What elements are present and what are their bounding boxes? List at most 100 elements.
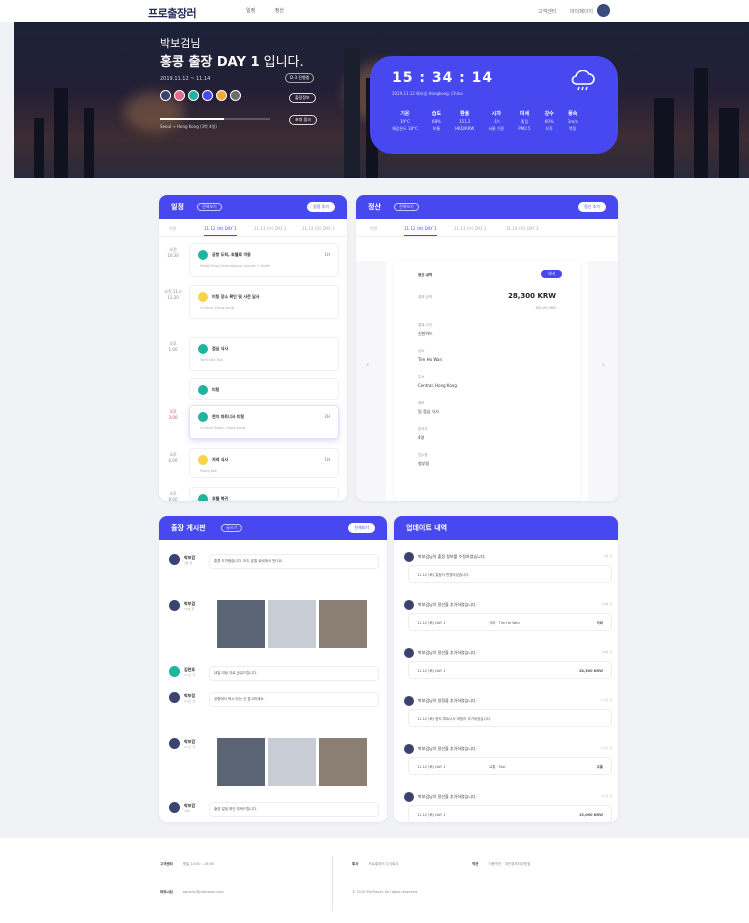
tab-day2[interactable]: 11.13 (수) DAY 2	[254, 226, 287, 232]
schedule-item[interactable]: 점심 식사 Tsim Sha Tsui	[189, 337, 339, 371]
schedule-item-location: Tsim Sha Tsui	[200, 358, 224, 362]
user-avatar	[404, 792, 414, 802]
weather-stat-label: 강수	[544, 111, 554, 117]
author-avatar[interactable]	[169, 554, 180, 565]
schedule-item-name: 미팅 장소 확인 및 사전 답사	[212, 294, 260, 299]
building	[344, 48, 360, 178]
building	[654, 98, 674, 178]
weather-stat-label: 환율	[460, 111, 470, 117]
schedule-item[interactable]: 공항 도착, 호텔로 이동 1H Hong Kong International A…	[189, 243, 339, 277]
author-avatar[interactable]	[169, 802, 180, 813]
post-photo[interactable]	[319, 738, 367, 786]
schedule-item[interactable]: 현지 파트너사 미팅 2H Central Tower, Hong Kong	[189, 405, 339, 439]
schedule-time-b: 3:00	[168, 415, 178, 420]
schedule-time: 오후 1:00	[163, 341, 183, 353]
post-photo[interactable]	[268, 600, 316, 648]
nav-expense[interactable]: 정산	[275, 8, 284, 14]
post-photo[interactable]	[217, 600, 265, 648]
footer-terms: 약관 이용약관 · 개인정보처리방침	[472, 862, 530, 867]
support-link[interactable]: 고객센터	[538, 9, 556, 15]
weather-stats: 기온 19°C 체감온도 18°C 습도 68% 보통 환율 151.2 HKD/KRW 시차 -1…	[392, 111, 578, 132]
update-detail-mid: 식비 · Tim Ho Wan	[489, 621, 520, 625]
schedule-item[interactable]: 호텔 복귀	[189, 487, 339, 501]
expense-card-header: 정산 전체보기 정산 추가	[356, 195, 618, 219]
update-detail[interactable]: 11.12 (화) 현지 파트너사 미팅이 추가되었습니다.	[408, 709, 612, 727]
footer-value[interactable]: partner@protravel.com	[183, 890, 224, 894]
updates-card-header: 업데이트 내역	[394, 516, 618, 540]
chevron-right-icon[interactable]: ›	[602, 360, 605, 369]
board-card-header: 출장 게시판 글쓰기 전체보기	[159, 516, 387, 540]
member-avatars[interactable]	[160, 90, 241, 101]
member-avatar[interactable]	[216, 90, 227, 101]
update-detail-right: 식비	[596, 621, 603, 625]
update-detail-right: 15,000 KRW	[579, 813, 603, 817]
trip-info-button[interactable]: 출장정보	[289, 93, 316, 103]
author-avatar[interactable]	[169, 692, 180, 703]
weather-stat-value: 60%	[544, 119, 554, 124]
update-detail[interactable]: 11.12 (화) DAY 1 15,000 KRW	[408, 805, 612, 822]
schedule-time-b: 10:30	[167, 253, 179, 258]
schedule-item-name: 점심 식사	[212, 346, 229, 351]
tab-day1[interactable]: 11.12 (화) DAY 1	[404, 226, 437, 236]
footer-value[interactable]: 이용약관 · 개인정보처리방침	[488, 862, 530, 866]
post-text[interactable]: 출장 일정 확인 부탁드립니다.	[209, 802, 379, 817]
expense-day-tabs: 이전 11.12 (화) DAY 1 11.13 (수) DAY 2 11.14…	[356, 219, 618, 237]
logo[interactable]: 프로출장러	[148, 5, 197, 21]
post-text[interactable]: 공항에서 택시 타는 곳 참고하세요.	[209, 692, 379, 707]
tab-day3[interactable]: 11.14 (목) DAY 3	[506, 226, 539, 232]
footer-company: 회사 프로출장러 주식회사	[352, 862, 399, 867]
member-avatar[interactable]	[188, 90, 199, 101]
schedule-item-name: 미팅	[212, 387, 220, 392]
tab-day2[interactable]: 11.13 (수) DAY 2	[454, 226, 487, 232]
weather-stat-label: 미세	[519, 111, 530, 117]
expense-field-label: 영수증	[418, 453, 428, 457]
tab-prev[interactable]: 이전	[370, 226, 377, 232]
schedule-item[interactable]: 미팅	[189, 378, 339, 400]
board-view-all[interactable]: 전체보기	[348, 523, 375, 533]
invite-link-button[interactable]: 초대 링크	[289, 115, 317, 125]
schedule-item[interactable]: 미팅 장소 확인 및 사전 답사 Central, Hong Kong	[189, 285, 339, 319]
user-avatar	[404, 648, 414, 658]
author-avatar[interactable]	[169, 738, 180, 749]
expense-title: 정산	[368, 203, 381, 211]
weather-stat-value: 좋음	[520, 119, 529, 124]
member-avatar[interactable]	[174, 90, 185, 101]
amount-label: 결제 금액	[418, 295, 432, 299]
schedule-time: 오후 8:00	[163, 491, 183, 501]
update-detail[interactable]: 11.12 (화) DAY 1 교통 · Taxi 교통	[408, 757, 612, 775]
write-post-button[interactable]: 글쓰기	[221, 524, 243, 532]
board-card: 출장 게시판 글쓰기 전체보기 박보검 3분 전 홍콩 도착했습니다. 모두 호텔 …	[159, 516, 387, 822]
update-detail-text: 11.12 (화) 일정이 변경되었습니다.	[417, 573, 470, 577]
schedule-item-duration: 1H	[324, 457, 330, 462]
user-avatar[interactable]	[597, 4, 610, 17]
author-avatar[interactable]	[169, 600, 180, 611]
member-avatar[interactable]	[160, 90, 171, 101]
add-schedule-button[interactable]: 일정 추가	[307, 202, 335, 212]
tab-day1[interactable]: 11.12 (화) DAY 1	[204, 226, 237, 236]
post-photo[interactable]	[217, 738, 265, 786]
member-avatar[interactable]	[202, 90, 213, 101]
update-detail[interactable]: 11.12 (화) DAY 1 28,300 KRW	[408, 661, 612, 679]
update-detail[interactable]: 11.12 (화) 일정이 변경되었습니다.	[408, 565, 612, 583]
update-time: 30분 전	[601, 650, 612, 654]
post-photo[interactable]	[319, 600, 367, 648]
nav-schedule[interactable]: 일정	[246, 8, 255, 14]
expense-view-all[interactable]: 전체보기	[394, 203, 419, 211]
chevron-left-icon[interactable]: ‹	[366, 360, 369, 369]
post-photo[interactable]	[268, 738, 316, 786]
post-text[interactable]: 홍콩 도착했습니다. 모두 호텔 로비에서 만나요.	[209, 554, 379, 569]
schedule-item[interactable]: 저녁 식사 1H Mong Kok	[189, 448, 339, 478]
mypage-link[interactable]: 마이페이지	[570, 9, 593, 15]
schedule-time: 오전 10:30	[163, 247, 183, 259]
post-text[interactable]: 내일 미팅 자료 공유드립니다.	[209, 666, 379, 681]
schedule-item-location: Central Tower, Hong Kong	[200, 426, 246, 430]
author-avatar[interactable]	[169, 666, 180, 677]
tab-prev[interactable]: 이전	[169, 226, 176, 232]
update-headline: 박보검님이 일정을 추가하였습니다.	[418, 698, 478, 703]
update-detail[interactable]: 11.12 (화) DAY 1 식비 · Tim Ho Wan 식비	[408, 613, 612, 631]
member-avatar[interactable]	[230, 90, 241, 101]
schedule-view-all[interactable]: 전체보기	[197, 203, 222, 211]
add-expense-button[interactable]: 정산 추가	[578, 202, 606, 212]
tab-day3[interactable]: 11.14 (목) DAY 3	[302, 226, 335, 232]
update-detail-right: 교통	[596, 765, 603, 769]
